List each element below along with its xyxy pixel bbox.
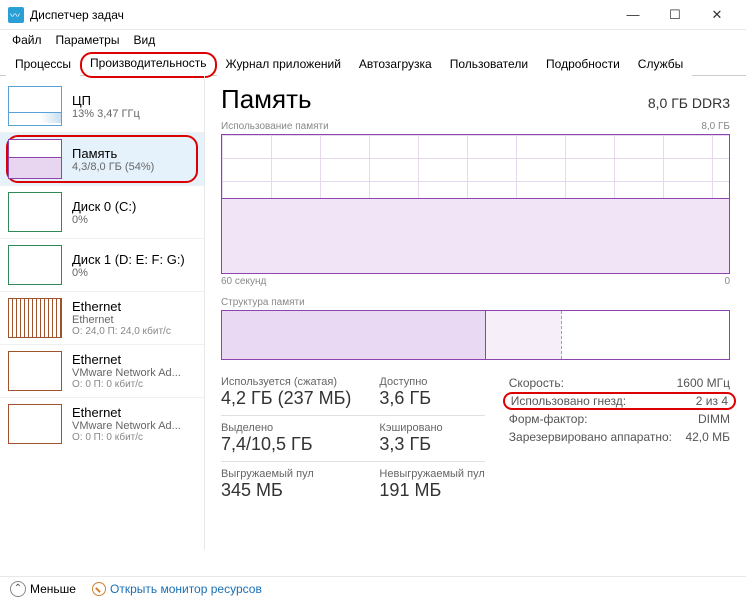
eth2-sub2: О: 0 П: 0 кбит/с [72,432,181,443]
eth0-sub2: О: 24,0 П: 24,0 кбит/с [72,326,171,337]
open-resource-monitor-link[interactable]: Открыть монитор ресурсов [92,582,262,596]
kv-slots-k: Использовано гнезд: [511,394,626,408]
kv-hw-v: 42,0 МБ [685,430,730,444]
stat-committed-label: Выделено [221,422,351,434]
sidebar-item-eth0[interactable]: Ethernet Ethernet О: 24,0 П: 24,0 кбит/с [0,291,204,344]
sidebar-item-memory[interactable]: Память 4,3/8,0 ГБ (54%) [0,132,204,185]
titlebar: Диспетчер задач — ☐ ✕ [0,0,746,30]
eth1-thumb [8,351,62,391]
chart-axis-right: 0 [724,276,730,287]
resmon-icon [92,582,106,596]
eth2-sub: VMware Network Ad... [72,420,181,432]
eth1-sub: VMware Network Ad... [72,367,181,379]
eth2-thumb [8,404,62,444]
cpu-thumb [8,86,62,126]
menu-file[interactable]: Файл [6,31,48,49]
resmon-label: Открыть монитор ресурсов [110,582,262,596]
eth1-sub2: О: 0 П: 0 кбит/с [72,379,181,390]
kv-form-k: Форм-фактор: [509,412,588,426]
chart-memory-composition [221,310,730,360]
stat-cached-label: Кэшировано [379,422,484,434]
kv-speed-v: 1600 МГц [677,376,730,390]
cpu-title: ЦП [72,93,140,108]
sidebar-item-disk1[interactable]: Диск 1 (D: E: F: G:) 0% [0,238,204,291]
close-button[interactable]: ✕ [696,1,738,29]
sidebar-item-disk0[interactable]: Диск 0 (C:) 0% [0,185,204,238]
stat-inuse-label: Используется (сжатая) [221,376,351,388]
cpu-sub: 13% 3,47 ГГц [72,108,140,120]
chart-axis-left: 60 секунд [221,276,266,287]
tab-details[interactable]: Подробности [537,52,629,76]
chart-memory-usage [221,134,730,274]
kv-form-v: DIMM [698,412,730,426]
eth0-thumb [8,298,62,338]
page-title: Память [221,84,312,115]
stat-nonpaged-value: 191 МБ [379,480,484,501]
sidebar-item-eth2[interactable]: Ethernet VMware Network Ad... О: 0 П: 0 … [0,397,204,450]
stat-cached-value: 3,3 ГБ [379,434,484,455]
menubar: Файл Параметры Вид [0,30,746,50]
chevron-up-icon: ⌃ [10,581,26,597]
fewer-details-button[interactable]: ⌃ Меньше [10,581,76,597]
chart-composition-label: Структура памяти [221,297,305,308]
eth1-title: Ethernet [72,352,181,367]
maximize-button[interactable]: ☐ [654,1,696,29]
eth0-sub: Ethernet [72,314,171,326]
footer: ⌃ Меньше Открыть монитор ресурсов [0,576,746,600]
tab-processes[interactable]: Процессы [6,52,80,76]
tab-users[interactable]: Пользователи [441,52,537,76]
stat-avail-label: Доступно [379,376,484,388]
chart-usage-max: 8,0 ГБ [701,121,730,132]
disk0-sub: 0% [72,214,136,226]
app-icon [8,7,24,23]
tab-performance[interactable]: Производительность [80,52,216,78]
tab-services[interactable]: Службы [629,52,692,76]
kv-slots-highlight: Использовано гнезд: 2 из 4 [503,392,736,410]
disk0-title: Диск 0 (C:) [72,199,136,214]
kv-speed-k: Скорость: [509,376,564,390]
sidebar: ЦП 13% 3,47 ГГц Память 4,3/8,0 ГБ (54%) … [0,76,205,550]
tabs: Процессы Производительность Журнал прило… [0,52,746,76]
kv-slots-v: 2 из 4 [696,394,728,408]
menu-options[interactable]: Параметры [50,31,126,49]
stat-paged-label: Выгружаемый пул [221,468,351,480]
fewer-label: Меньше [30,582,76,596]
disk0-thumb [8,192,62,232]
stat-committed-value: 7,4/10,5 ГБ [221,434,351,455]
memory-thumb [8,139,62,179]
eth0-title: Ethernet [72,299,171,314]
menu-view[interactable]: Вид [127,31,161,49]
disk1-sub: 0% [72,267,185,279]
disk1-title: Диск 1 (D: E: F: G:) [72,252,185,267]
body: ЦП 13% 3,47 ГГц Память 4,3/8,0 ГБ (54%) … [0,76,746,550]
window-title: Диспетчер задач [30,8,612,22]
stat-inuse-value: 4,2 ГБ (237 МБ) [221,388,351,409]
main-panel: Память 8,0 ГБ DDR3 Использование памяти … [205,76,746,550]
stat-paged-value: 345 МБ [221,480,351,501]
tab-startup[interactable]: Автозагрузка [350,52,441,76]
eth2-title: Ethernet [72,405,181,420]
sidebar-item-cpu[interactable]: ЦП 13% 3,47 ГГц [0,80,204,132]
sidebar-item-eth1[interactable]: Ethernet VMware Network Ad... О: 0 П: 0 … [0,344,204,397]
memory-spec: 8,0 ГБ DDR3 [648,95,730,111]
chart-usage-label: Использование памяти [221,121,329,132]
memory-sub: 4,3/8,0 ГБ (54%) [72,161,154,173]
tab-apphistory[interactable]: Журнал приложений [217,52,350,76]
kv-hw-k: Зарезервировано аппаратно: [509,430,672,444]
stats: Используется (сжатая) 4,2 ГБ (237 МБ) До… [221,376,730,501]
memory-title: Память [72,146,154,161]
stat-avail-value: 3,6 ГБ [379,388,484,409]
stat-nonpaged-label: Невыгружаемый пул [379,468,484,480]
disk1-thumb [8,245,62,285]
minimize-button[interactable]: — [612,1,654,29]
